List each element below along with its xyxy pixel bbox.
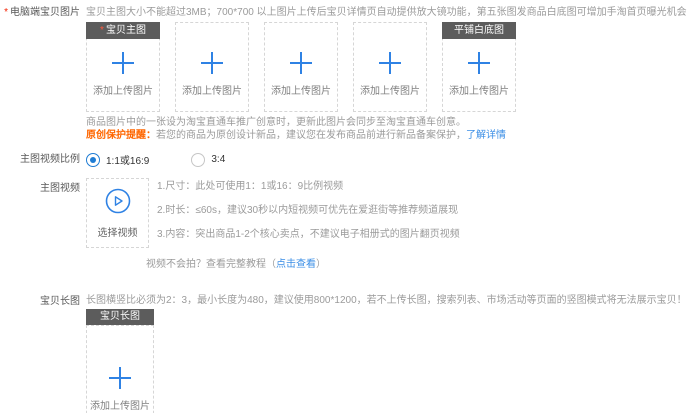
field-label-text: 电脑端宝贝图片 [10,7,80,18]
pc-images-content: 宝贝主图大小不能超过3MB；700*700 以上图片上传后宝贝详情页自动提供放大… [86,5,689,142]
tag-label: 宝贝主图 [106,22,146,39]
upload-slot-white-bg[interactable]: 平铺白底图 添加上传图片 [442,22,516,112]
field-label-long-image: 宝贝长图 [0,294,86,310]
plus-icon [290,52,312,74]
long-image-tag: 宝贝长图 [86,309,154,325]
field-label-pc-images: *电脑端宝贝图片 [0,5,86,21]
radio-selected-icon[interactable] [86,153,100,167]
plus-icon [109,367,131,389]
upload-slot-long-image[interactable]: 添加上传图片 [86,325,154,413]
plus-icon [379,52,401,74]
add-upload-label: 添加上传图片 [93,82,153,97]
radio-option-3-4[interactable]: 3:4 [191,153,225,167]
add-upload-label: 添加上传图片 [182,82,242,97]
video-help-suffix: ） [316,259,326,270]
product-publish-form: *电脑端宝贝图片 宝贝主图大小不能超过3MB；700*700 以上图片上传后宝贝… [0,0,689,413]
field-label-video-ratio: 主图视频比例 [0,153,86,167]
row-video-ratio: 主图视频比例 1:1或16:9 3:4 [0,152,689,167]
video-help-line: 视频不会拍？查看完整教程（点击查看） [146,258,689,271]
long-image-hint-text: 长图横竖比必须为2：3，最小长度为480，建议使用800*1200，若不上传长图… [86,295,687,306]
upload-slot-3[interactable]: 添加上传图片 [264,22,338,112]
add-upload-label: 添加上传图片 [449,82,509,97]
main-image-tag: * 宝贝主图 [86,22,160,39]
main-image-hint-text: 宝贝主图大小不能超过3MB；700*700 以上图片上传后宝贝详情页自动提供放大… [86,7,687,18]
add-upload-label: 添加上传图片 [271,82,331,97]
upload-slot-2[interactable]: 添加上传图片 [175,22,249,112]
original-protection-body: 若您的商品为原创设计新品，建议您在发布商品前进行新品备案保护， [156,130,466,141]
long-image-hint: 长图横竖比必须为2：3，最小长度为480，建议使用800*1200，若不上传长图… [86,294,689,308]
video-tips: 1.尺寸：此处可使用1：1或16：9比例视频 2.时长：≤60s，建议30秒以内… [157,178,460,253]
tag-label: 平铺白底图 [454,22,504,39]
add-upload-label: 添加上传图片 [360,82,420,97]
plus-icon [201,52,223,74]
original-protection-note: 原创保护提醒：若您的商品为原创设计新品，建议您在发布商品前进行新品备案保护，了解… [86,129,689,142]
upload-slot-main-image[interactable]: * 宝贝主图 添加上传图片 [86,22,160,112]
play-icon [105,188,131,214]
radio-unselected-icon[interactable] [191,153,205,167]
video-tip-content: 3.内容：突出商品1-2个核心卖点，不建议电子相册式的图片翻页视频 [157,229,460,241]
add-upload-label: 添加上传图片 [90,397,150,412]
video-flex: 选择视频 1.尺寸：此处可使用1：1或16：9比例视频 2.时长：≤60s，建议… [86,178,689,253]
video-tip-duration: 2.时长：≤60s，建议30秒以内短视频可优先在爱逛街等推荐频道展现 [157,205,460,217]
video-help-text: 视频不会拍？查看完整教程（ [146,259,276,270]
main-video-content: 选择视频 1.尺寸：此处可使用1：1或16：9比例视频 2.时长：≤60s，建议… [86,178,689,271]
radio-label: 1:1或16:9 [106,152,149,167]
video-tip-size: 1.尺寸：此处可使用1：1或16：9比例视频 [157,181,460,193]
row-main-video: 主图视频 选择视频 1.尺寸：此处可使用1：1或16：9比例视频 2.时长：≤6… [0,178,689,271]
main-image-hint: 宝贝主图大小不能超过3MB；700*700 以上图片上传后宝贝详情页自动提供放大… [86,5,689,21]
learn-more-link[interactable]: 了解详情 [466,130,506,141]
ztc-sync-note: 商品图片中的一张设为淘宝直通车推广创意时，更新此图片会同步至淘宝直通车创意。 [86,116,689,129]
radio-label: 3:4 [211,154,225,165]
row-long-image: 宝贝长图 长图横竖比必须为2：3，最小长度为480，建议使用800*1200，若… [0,294,689,413]
upload-slot-4[interactable]: 添加上传图片 [353,22,427,112]
tag-required-asterisk: * [100,22,104,39]
white-bg-tag: 平铺白底图 [442,22,516,39]
long-image-content: 长图横竖比必须为2：3，最小长度为480，建议使用800*1200，若不上传长图… [86,294,689,413]
radio-option-1-1-or-16-9[interactable]: 1:1或16:9 [86,152,149,167]
plus-icon [468,52,490,74]
select-video-box[interactable]: 选择视频 [86,178,149,248]
click-view-link[interactable]: 点击查看 [276,259,316,270]
required-asterisk: * [4,7,8,18]
upload-slot-list: * 宝贝主图 添加上传图片 添加上传图片 添加上传图片 添加上传图片 [86,22,689,112]
row-pc-product-images: *电脑端宝贝图片 宝贝主图大小不能超过3MB；700*700 以上图片上传后宝贝… [0,5,689,142]
plus-icon [112,52,134,74]
video-ratio-options: 1:1或16:9 3:4 [86,152,689,167]
field-label-main-video: 主图视频 [0,178,86,197]
select-video-label: 选择视频 [98,224,138,239]
original-protection-prefix: 原创保护提醒： [86,130,156,141]
